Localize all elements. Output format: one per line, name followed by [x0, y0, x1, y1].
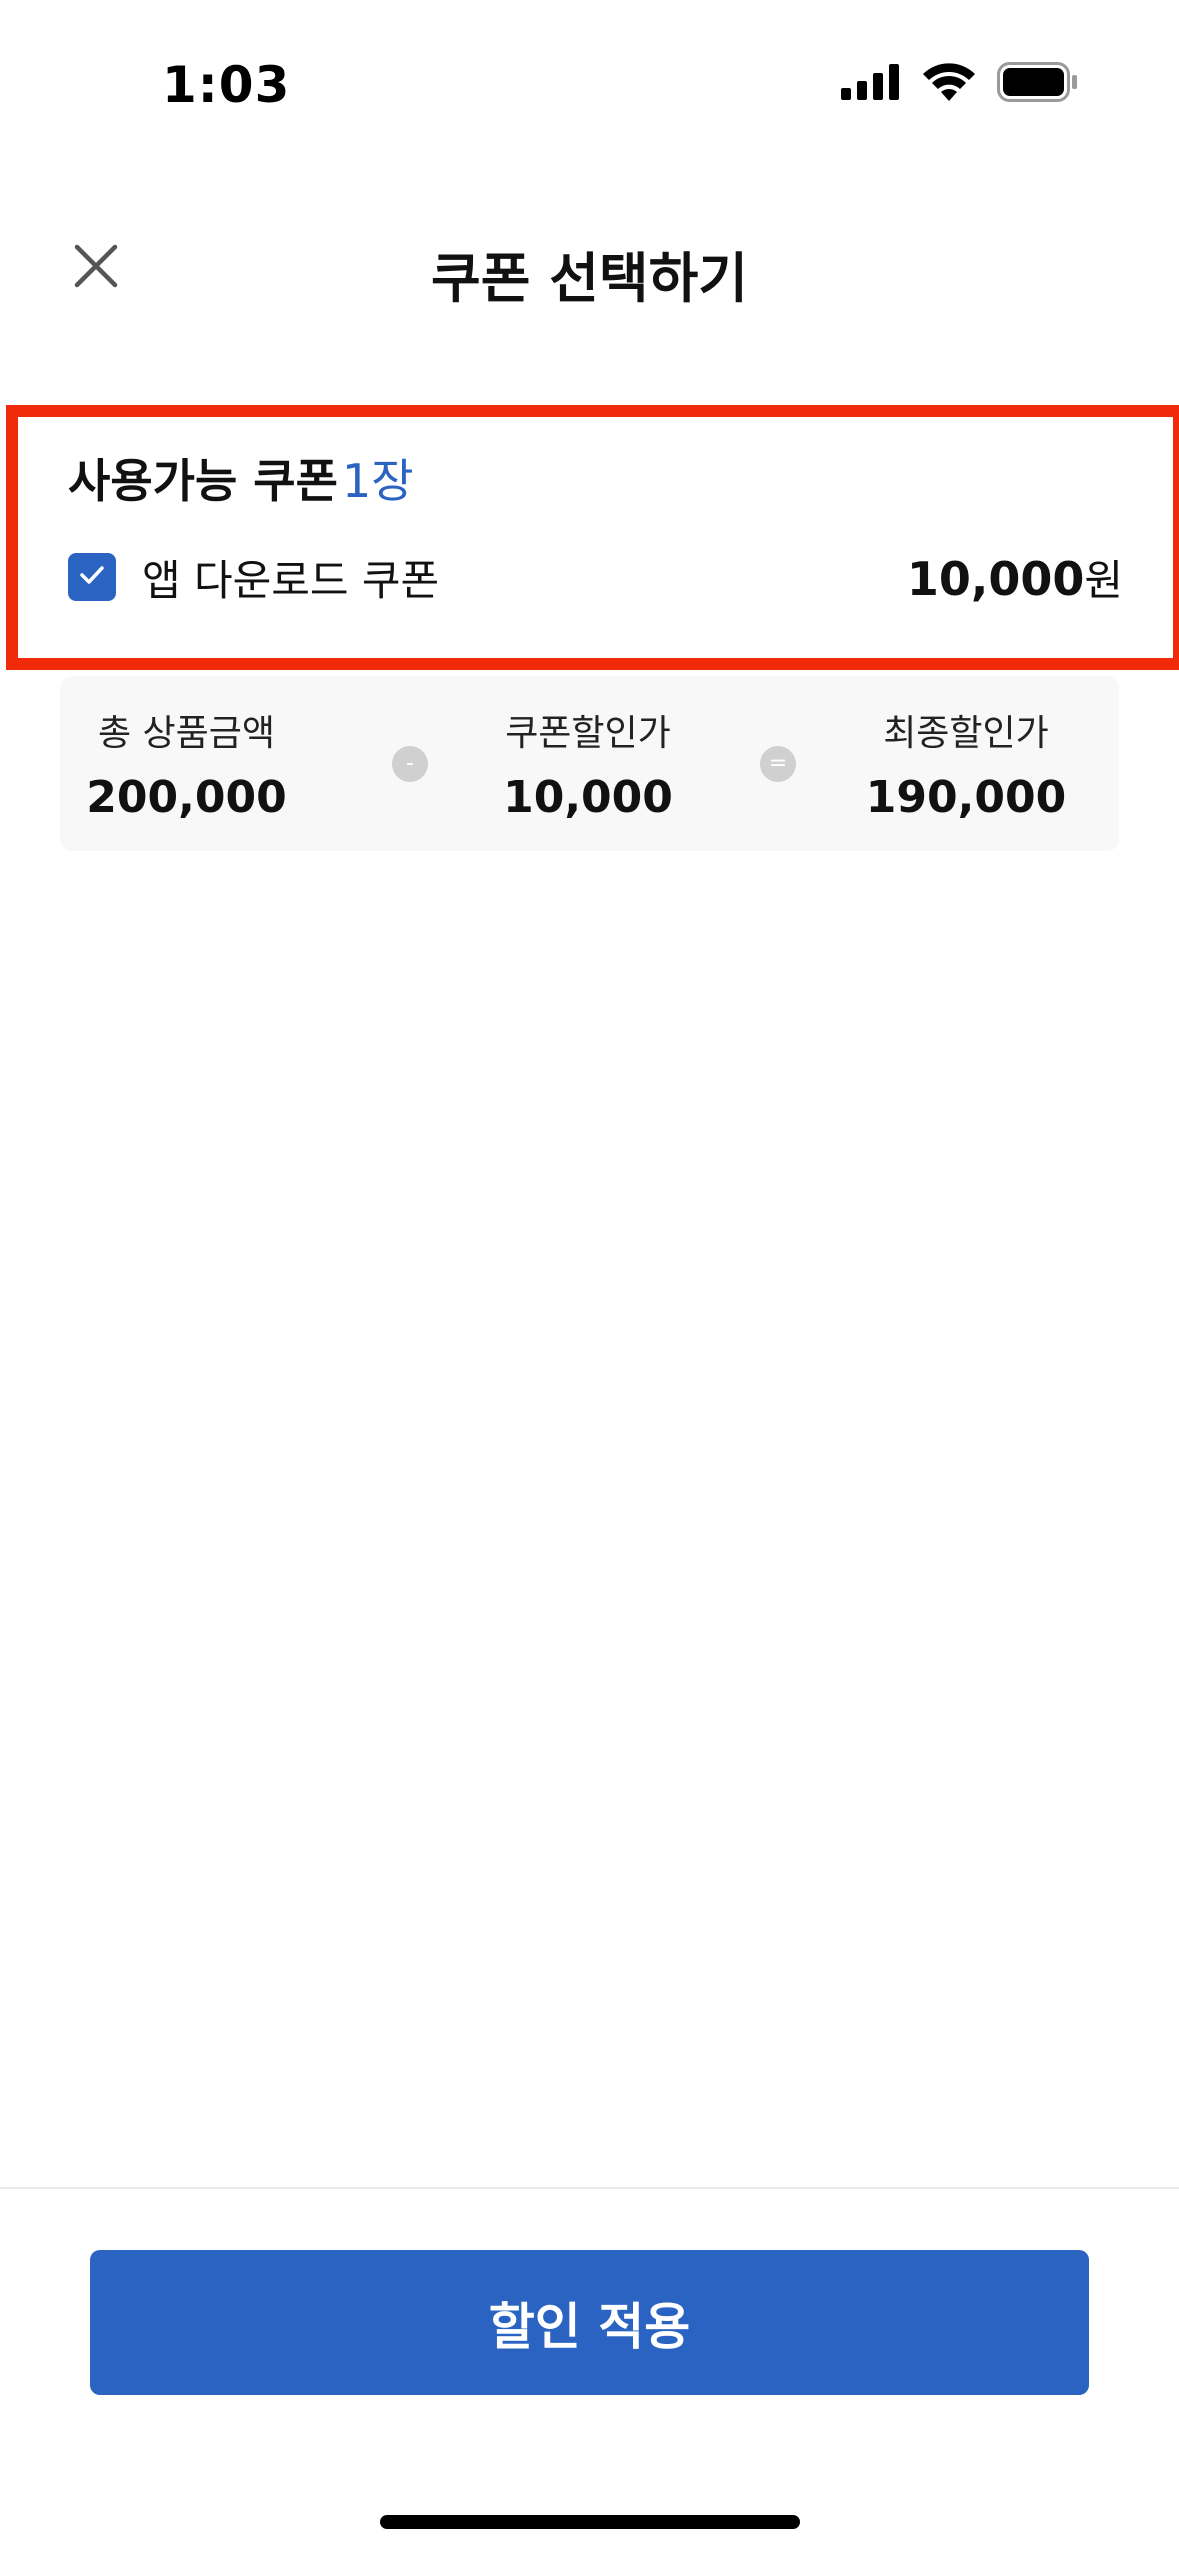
- coupon-checkbox[interactable]: [68, 553, 116, 601]
- bottom-divider: [0, 2187, 1179, 2189]
- header: 쿠폰 선택하기: [0, 200, 1179, 330]
- coupon-amount: 10,000원: [907, 547, 1123, 608]
- final-price-label: 최종할인가: [883, 713, 1049, 754]
- equals-icon: =: [760, 746, 796, 782]
- total-price: 총 상품금액 200,000: [60, 704, 313, 823]
- coupon-discount-value: 10,000: [503, 772, 673, 823]
- final-price-value: 190,000: [865, 772, 1067, 823]
- coupon-item[interactable]: 앱 다운로드 쿠폰 10,000원: [68, 542, 1123, 612]
- status-icons: [841, 62, 1079, 106]
- cellular-signal-icon: [841, 64, 901, 104]
- price-summary: 총 상품금액 200,000 - 쿠폰할인가 10,000 = 최종할인가 19…: [60, 676, 1119, 851]
- checkmark-icon: [78, 564, 106, 590]
- coupon-item-left: 앱 다운로드 쿠폰: [68, 547, 439, 608]
- page-title: 쿠폰 선택하기: [431, 247, 748, 310]
- available-coupons-count: 1장: [341, 454, 414, 508]
- minus-icon: -: [392, 746, 428, 782]
- coupon-discount-label: 쿠폰할인가: [505, 713, 671, 754]
- wifi-icon: [923, 63, 975, 105]
- available-coupons-section: 사용가능 쿠폰1장 앱 다운로드 쿠폰 10,000원: [6, 405, 1179, 670]
- coupon-amount-value: 10,000: [906, 551, 1085, 606]
- home-indicator[interactable]: [380, 2515, 800, 2529]
- total-price-value: 200,000: [86, 772, 287, 823]
- total-price-label: 총 상품금액: [97, 713, 276, 754]
- coupon-select-screen: 1:03 쿠폰 선택하기 사용가능 쿠폰1장 앱 다운로드 쿠폰 10,000원…: [0, 0, 1179, 2556]
- status-time: 1:03: [162, 56, 291, 114]
- battery-icon: [997, 62, 1079, 106]
- available-coupons-heading: 사용가능 쿠폰1장: [68, 445, 414, 511]
- coupon-discount: 쿠폰할인가 10,000: [438, 704, 738, 823]
- apply-discount-button[interactable]: 할인 적용: [90, 2250, 1089, 2395]
- coupon-amount-unit: 원: [1084, 555, 1123, 605]
- coupon-name: 앱 다운로드 쿠폰: [142, 555, 440, 605]
- available-coupons-label: 사용가능 쿠폰: [68, 454, 338, 508]
- status-bar: 1:03: [0, 0, 1179, 150]
- final-price: 최종할인가 190,000: [816, 704, 1116, 823]
